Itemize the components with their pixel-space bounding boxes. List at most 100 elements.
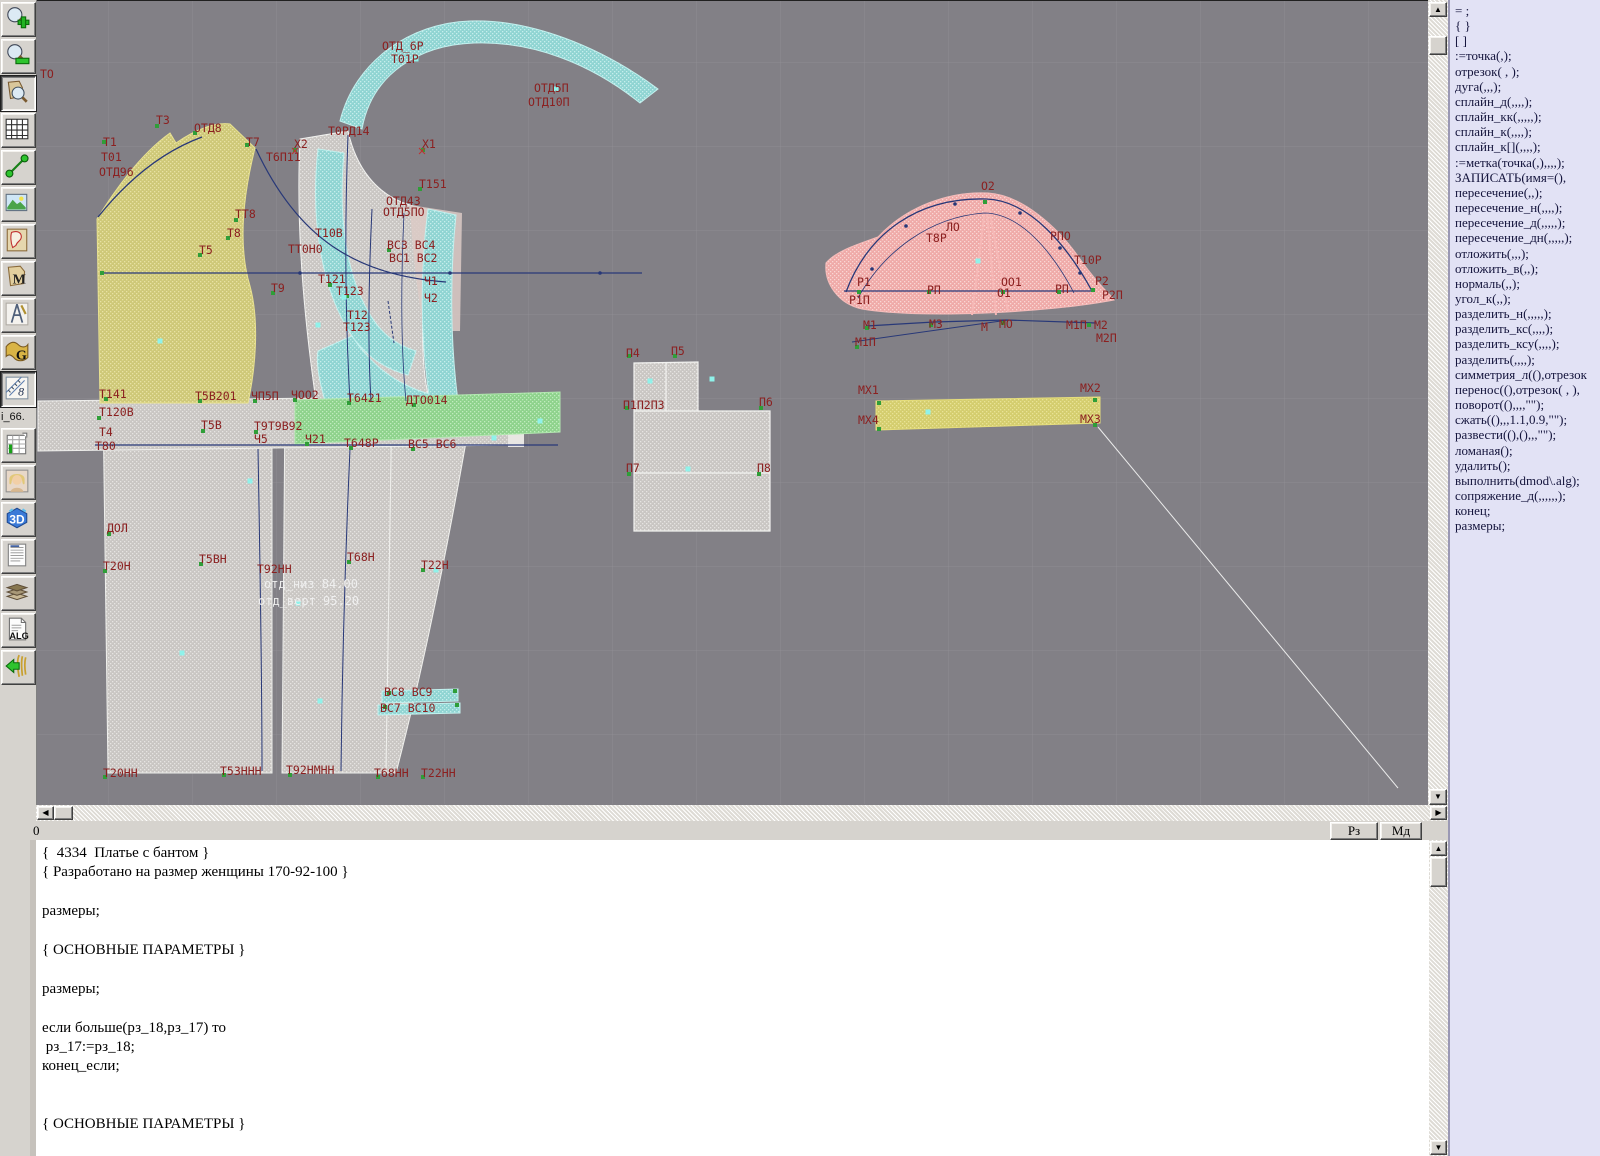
image-icon[interactable] (1, 187, 36, 222)
command-item[interactable]: дуга(,,,); (1455, 79, 1600, 94)
command-item[interactable]: [ ] (1455, 33, 1600, 48)
command-item[interactable]: отложить_в(,,); (1455, 261, 1600, 276)
command-item[interactable]: :=точка(,); (1455, 48, 1600, 63)
canvas-label: Т01Р (391, 52, 419, 66)
editor-vscrollbar[interactable]: ▲ ▼ (1429, 840, 1448, 1156)
command-item[interactable]: отрезок( , ); (1455, 64, 1600, 79)
zoom-out-icon[interactable] (1, 39, 36, 74)
command-item[interactable]: симметрия_л((),отрезок (1455, 367, 1600, 382)
zoom-region-icon[interactable] (1, 76, 36, 111)
grid-icon[interactable] (1, 113, 36, 148)
segment-icon[interactable] (1, 150, 36, 185)
md-button[interactable]: Мд (1380, 822, 1422, 840)
command-item[interactable]: :=метка(точка(,),,,,); (1455, 155, 1600, 170)
command-item[interactable]: ЗАПИСАТЬ(имя=(), (1455, 170, 1600, 185)
command-item[interactable]: нормаль(,,); (1455, 276, 1600, 291)
command-item[interactable]: пересечение(,,); (1455, 185, 1600, 200)
command-item[interactable]: сжать((),,,1.1,0.9,""); (1455, 412, 1600, 427)
pattern-m-icon[interactable]: M (1, 261, 36, 296)
document-text-icon[interactable] (1, 539, 36, 574)
algorithm-editor[interactable]: { 4334 Платье с бантом }{ Разработано на… (30, 840, 1435, 1156)
hscroll-thumb[interactable] (54, 806, 73, 820)
canvas-label: РПО (1050, 229, 1071, 243)
command-item[interactable]: пересечение_дн(,,,,,); (1455, 230, 1600, 245)
scroll-left-icon[interactable]: ◀ (37, 806, 54, 820)
canvas-label: Т120В (99, 405, 134, 419)
command-item[interactable]: разделить_ксу(,,,,); (1455, 336, 1600, 351)
command-item[interactable]: пересечение_д(,,,,,); (1455, 215, 1600, 230)
command-item[interactable]: конец; (1455, 503, 1600, 518)
ruler-gauge-icon[interactable]: 8 (1, 372, 36, 407)
zoom-in-icon[interactable] (1, 2, 36, 37)
command-item[interactable]: разделить_кс(,,,,); (1455, 321, 1600, 336)
canvas-hscrollbar[interactable]: ◀ ▶ (36, 805, 1448, 821)
command-item[interactable]: сплайн_к[](,,,,); (1455, 139, 1600, 154)
canvas-label: Т123 (343, 320, 371, 334)
canvas-label: Т141 (99, 387, 127, 401)
canvas-label: Р1 (857, 275, 871, 289)
command-item[interactable]: отложить(,,,); (1455, 246, 1600, 261)
canvas-label: Т20НН (103, 766, 138, 780)
canvas-label: О2 (981, 179, 995, 193)
command-item[interactable]: { } (1455, 18, 1600, 33)
command-item[interactable]: пересечение_н(,,,,); (1455, 200, 1600, 215)
canvas-label: ОТД96 (99, 165, 134, 179)
command-item[interactable]: ломаная(); (1455, 443, 1600, 458)
command-item[interactable]: угол_к(,,); (1455, 291, 1600, 306)
canvas-label: П4 (626, 346, 640, 360)
command-item[interactable]: = ; (1455, 3, 1600, 18)
canvas-vscrollbar[interactable]: ▲ ▼ (1428, 0, 1448, 805)
rz-button[interactable]: Рз (1330, 822, 1378, 840)
drawing-canvas[interactable]: ТООТД_6РТ01РОТД5ПОТД10ПТ3ОТД8Т7Т1Т01ОТД9… (37, 0, 1428, 807)
scroll-up-icon[interactable]: ▲ (1429, 2, 1447, 17)
navy-point-marker (1018, 211, 1022, 215)
pattern-sketch-icon[interactable] (1, 224, 36, 259)
command-item[interactable]: удалить(); (1455, 458, 1600, 473)
editor-line: { ОСНОВНЫЕ ПАРАМЕТРЫ } (42, 1115, 1435, 1134)
canvas-label: Т10Р (1074, 253, 1102, 267)
editor-line: если больше(рз_18,рз_17) то (42, 1019, 1435, 1038)
editor-line (42, 960, 1435, 979)
canvas-label: М3 (929, 317, 943, 331)
scroll-right-icon[interactable]: ▶ (1430, 806, 1447, 820)
command-item[interactable]: выполнить(dmod\.alg); (1455, 473, 1600, 488)
view-3d-icon[interactable]: 3D (1, 502, 36, 537)
canvas-label: Т5ЗННН (220, 764, 262, 778)
editor-scroll-down-icon[interactable]: ▼ (1430, 1140, 1447, 1155)
model-photo-icon[interactable] (1, 465, 36, 500)
command-item[interactable]: перенос((),отрезок( , ), (1455, 382, 1600, 397)
drafting-tools-icon[interactable] (1, 298, 36, 333)
editor-scroll-thumb[interactable] (1430, 857, 1447, 887)
cyan-point-marker (318, 699, 323, 704)
command-item[interactable]: размеры; (1455, 518, 1600, 533)
exit-arrow-icon[interactable] (1, 650, 36, 685)
navy-point-marker (1058, 246, 1062, 250)
canvas-label: ТТ0Н0 (288, 242, 323, 256)
canvas-label: ВС1 ВС2 (389, 251, 437, 265)
canvas-label: ВС8 ВС9 (384, 685, 433, 699)
command-item[interactable]: разделить_н(,,,,,); (1455, 306, 1600, 321)
command-item[interactable]: разделить(,,,,); (1455, 352, 1600, 367)
canvas-label: ТО (40, 67, 54, 81)
fabric-g-icon[interactable]: G (1, 335, 36, 370)
command-item[interactable]: сплайн_д(,,,,); (1455, 94, 1600, 109)
editor-scroll-up-icon[interactable]: ▲ (1430, 841, 1447, 856)
canvas-label: Т5В (201, 418, 222, 432)
status-bar: 0 Рз Мд (0, 821, 1448, 840)
navy-point-marker (598, 271, 602, 275)
editor-line (42, 922, 1435, 941)
command-item[interactable]: сплайн_к(,,,,); (1455, 124, 1600, 139)
canvas-label: М1 (863, 318, 877, 332)
scroll-down-icon[interactable]: ▼ (1429, 789, 1447, 805)
canvas-label: ЧОО2 (291, 388, 319, 402)
command-item[interactable]: поворот((),,,,""); (1455, 397, 1600, 412)
vscroll-thumb[interactable] (1429, 36, 1447, 55)
layers-books-icon[interactable] (1, 576, 36, 611)
command-item[interactable]: сплайн_кк(,,,,,); (1455, 109, 1600, 124)
canvas-label: Т68Н (347, 550, 375, 564)
algorithm-doc-icon[interactable]: ALG (1, 613, 36, 648)
size-table-icon[interactable] (1, 428, 36, 463)
command-item[interactable]: сопряжение_д(,,,,,,); (1455, 488, 1600, 503)
canvas-label: Т01 (101, 150, 122, 164)
command-item[interactable]: развести((),(),,,""); (1455, 427, 1600, 442)
